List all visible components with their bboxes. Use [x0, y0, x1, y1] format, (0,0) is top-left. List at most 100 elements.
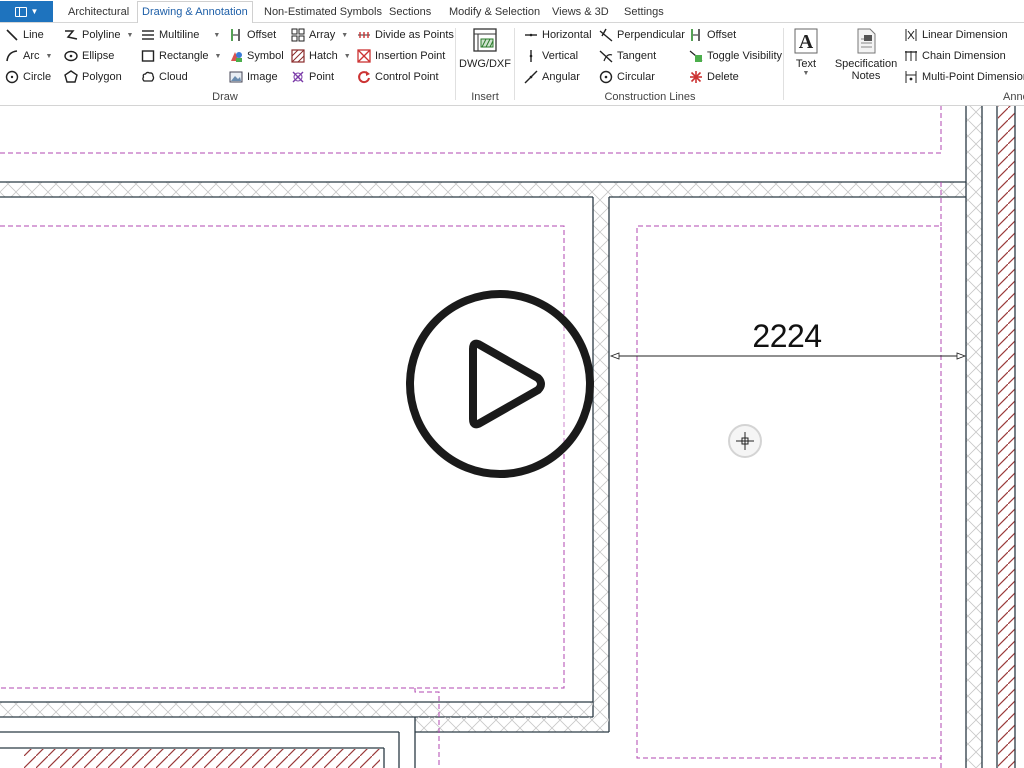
crosshair-cursor-icon — [728, 424, 762, 458]
group-separator — [514, 28, 515, 100]
angular-construction-button[interactable]: Angular — [524, 68, 580, 86]
annotation-group-label: Anno — [1003, 91, 1024, 103]
chevron-down-icon: ▼ — [802, 70, 810, 77]
partition-wall-hatch — [593, 197, 609, 717]
divide-as-points-label: Divide as Points — [375, 29, 454, 41]
construction-offset-label: Offset — [707, 29, 737, 41]
specification-notes-button[interactable]: Specification Notes — [834, 27, 898, 82]
top-wall-hatch — [0, 182, 966, 197]
circle-label: Circle — [23, 71, 52, 83]
polyline-label: Polyline — [82, 29, 121, 41]
construction-offset-button[interactable]: Offset — [689, 26, 736, 44]
array-button[interactable]: Array ▼ — [291, 26, 348, 44]
cloud-button[interactable]: Cloud — [141, 68, 188, 86]
tab-views-3d[interactable]: Views & 3D — [548, 2, 613, 22]
linear-dimension-label: Linear Dimension — [922, 29, 1008, 41]
dwg-dxf-icon — [473, 28, 497, 52]
arc-icon — [6, 50, 18, 62]
bottom-brick-hatch — [24, 749, 380, 768]
rectangle-button[interactable]: Rectangle ▼ — [141, 47, 221, 65]
horizontal-construction-button[interactable]: Horizontal — [524, 26, 592, 44]
perpendicular-construction-button[interactable]: Perpendicular — [599, 26, 685, 44]
svg-text:A: A — [799, 31, 814, 53]
specification-notes-label-line1: Specification — [834, 58, 898, 70]
tangent-construction-button[interactable]: Tangent — [599, 47, 656, 65]
linear-dimension-button[interactable]: Linear Dimension — [904, 26, 1008, 44]
line-label: Line — [23, 29, 44, 41]
dimension-value-label[interactable]: 2224 — [742, 318, 832, 355]
ribbon-tab-bar: ▼ Architectural Drawing & Annotation Non… — [0, 0, 1024, 24]
video-play-button[interactable] — [405, 289, 595, 479]
angular-line-icon — [524, 70, 538, 84]
chevron-down-icon: ▼ — [45, 52, 53, 60]
circle-button[interactable]: Circle — [5, 68, 51, 86]
construction-lines-group-label: Construction Lines — [604, 91, 696, 103]
multi-point-dimension-label: Multi-Point Dimension — [922, 71, 1024, 83]
dimension-arrow-right — [956, 352, 967, 360]
offset-button[interactable]: Offset — [229, 26, 276, 44]
chevron-down-icon: ▼ — [341, 31, 349, 39]
tab-architectural[interactable]: Architectural — [64, 2, 133, 22]
tab-sections[interactable]: Sections — [385, 2, 435, 22]
app-menu-button[interactable]: ▼ — [0, 1, 53, 22]
vertical-construction-button[interactable]: Vertical — [524, 47, 578, 65]
tab-drawing-annotation[interactable]: Drawing & Annotation — [137, 1, 253, 24]
chevron-down-icon: ▼ — [30, 7, 39, 16]
vertical-label: Vertical — [542, 50, 579, 62]
insertion-point-button[interactable]: Insertion Point — [357, 47, 445, 65]
polygon-label: Polygon — [82, 71, 122, 83]
chevron-down-icon: ▼ — [343, 52, 351, 60]
arc-label: Arc — [23, 50, 40, 62]
app-menu-icon — [14, 6, 27, 17]
insertion-point-icon — [357, 49, 371, 63]
circle-icon — [5, 70, 19, 84]
polyline-button[interactable]: Polyline ▼ — [64, 26, 133, 44]
dwg-dxf-button[interactable]: DWG/DXF — [459, 27, 511, 70]
offset-icon — [691, 29, 700, 41]
point-button[interactable]: Point — [291, 68, 334, 86]
text-button[interactable]: A Text ▼ — [790, 27, 822, 77]
control-point-button[interactable]: Control Point — [357, 68, 439, 86]
line-icon — [6, 29, 18, 41]
text-label: Text — [795, 58, 817, 70]
circular-construction-button[interactable]: Circular — [599, 68, 655, 86]
tab-modify-selection[interactable]: Modify & Selection — [445, 2, 544, 22]
hatch-button[interactable]: Hatch ▼ — [291, 47, 351, 65]
tab-settings[interactable]: Settings — [620, 2, 668, 22]
control-point-label: Control Point — [375, 71, 439, 83]
line-button[interactable]: Line — [5, 26, 44, 44]
ellipse-icon — [64, 50, 78, 62]
multiline-label: Multiline — [159, 29, 200, 41]
lower-wall-hatch — [415, 717, 609, 732]
image-button[interactable]: Image — [229, 68, 278, 86]
ellipse-button[interactable]: Ellipse — [64, 47, 114, 65]
rectangle-icon — [141, 50, 155, 62]
linear-dimension-icon — [905, 29, 917, 41]
cloud-icon — [142, 71, 155, 82]
divide-as-points-button[interactable]: Divide as Points — [357, 26, 454, 44]
array-icon — [291, 28, 305, 42]
chain-dimension-icon — [905, 51, 917, 61]
tab-non-estimated-symbols[interactable]: Non-Estimated Symbols — [260, 2, 386, 22]
toggle-visibility-icon — [689, 50, 703, 62]
tangent-label: Tangent — [617, 50, 657, 62]
perpendicular-label: Perpendicular — [617, 29, 685, 41]
symbol-button[interactable]: Symbol — [229, 47, 284, 65]
multi-point-dimension-button[interactable]: Multi-Point Dimension — [904, 68, 1024, 86]
hatch-label: Hatch — [309, 50, 338, 62]
toggle-visibility-button[interactable]: Toggle Visibility — [689, 47, 782, 65]
polygon-button[interactable]: Polygon — [64, 68, 122, 86]
delete-construction-button[interactable]: Delete — [689, 68, 739, 86]
divide-points-icon — [358, 32, 370, 38]
dimension-arrow-left — [609, 352, 620, 360]
horizontal-line-icon — [525, 33, 537, 37]
arc-button[interactable]: Arc ▼ — [5, 47, 52, 65]
chevron-down-icon: ▼ — [126, 31, 134, 39]
vertical-line-icon — [529, 50, 533, 62]
chain-dimension-button[interactable]: Chain Dimension — [904, 47, 1006, 65]
specification-notes-label-line2: Notes — [851, 70, 881, 82]
horizontal-label: Horizontal — [542, 29, 592, 41]
multiline-button[interactable]: Multiline ▼ — [141, 26, 220, 44]
insert-group-label: Insert — [471, 91, 499, 103]
offset-icon — [231, 29, 240, 41]
